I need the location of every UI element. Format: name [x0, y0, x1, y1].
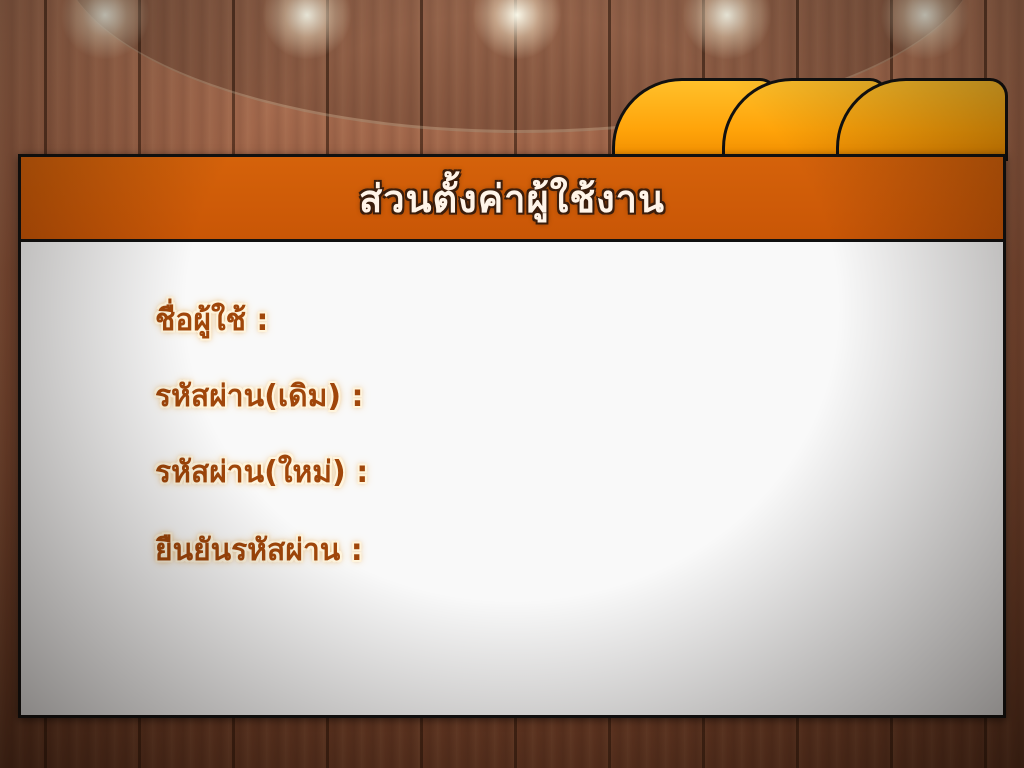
panel-header: ส่วนตั้งค่าผู้ใช้งาน	[21, 157, 1003, 242]
username-label: ชื่อผู้ใช้ :	[155, 303, 269, 338]
old-password-label: รหัสผ่าน(เดิม) :	[155, 379, 364, 414]
settings-panel: ส่วนตั้งค่าผู้ใช้งาน ชื่อผู้ใช้ : รหัสผ่…	[18, 154, 1006, 718]
panel-title: ส่วนตั้งค่าผู้ใช้งาน	[359, 175, 665, 221]
new-password-label: รหัสผ่าน(ใหม่) :	[155, 455, 369, 490]
confirm-password-label: ยืนยันรหัสผ่าน :	[155, 533, 363, 568]
